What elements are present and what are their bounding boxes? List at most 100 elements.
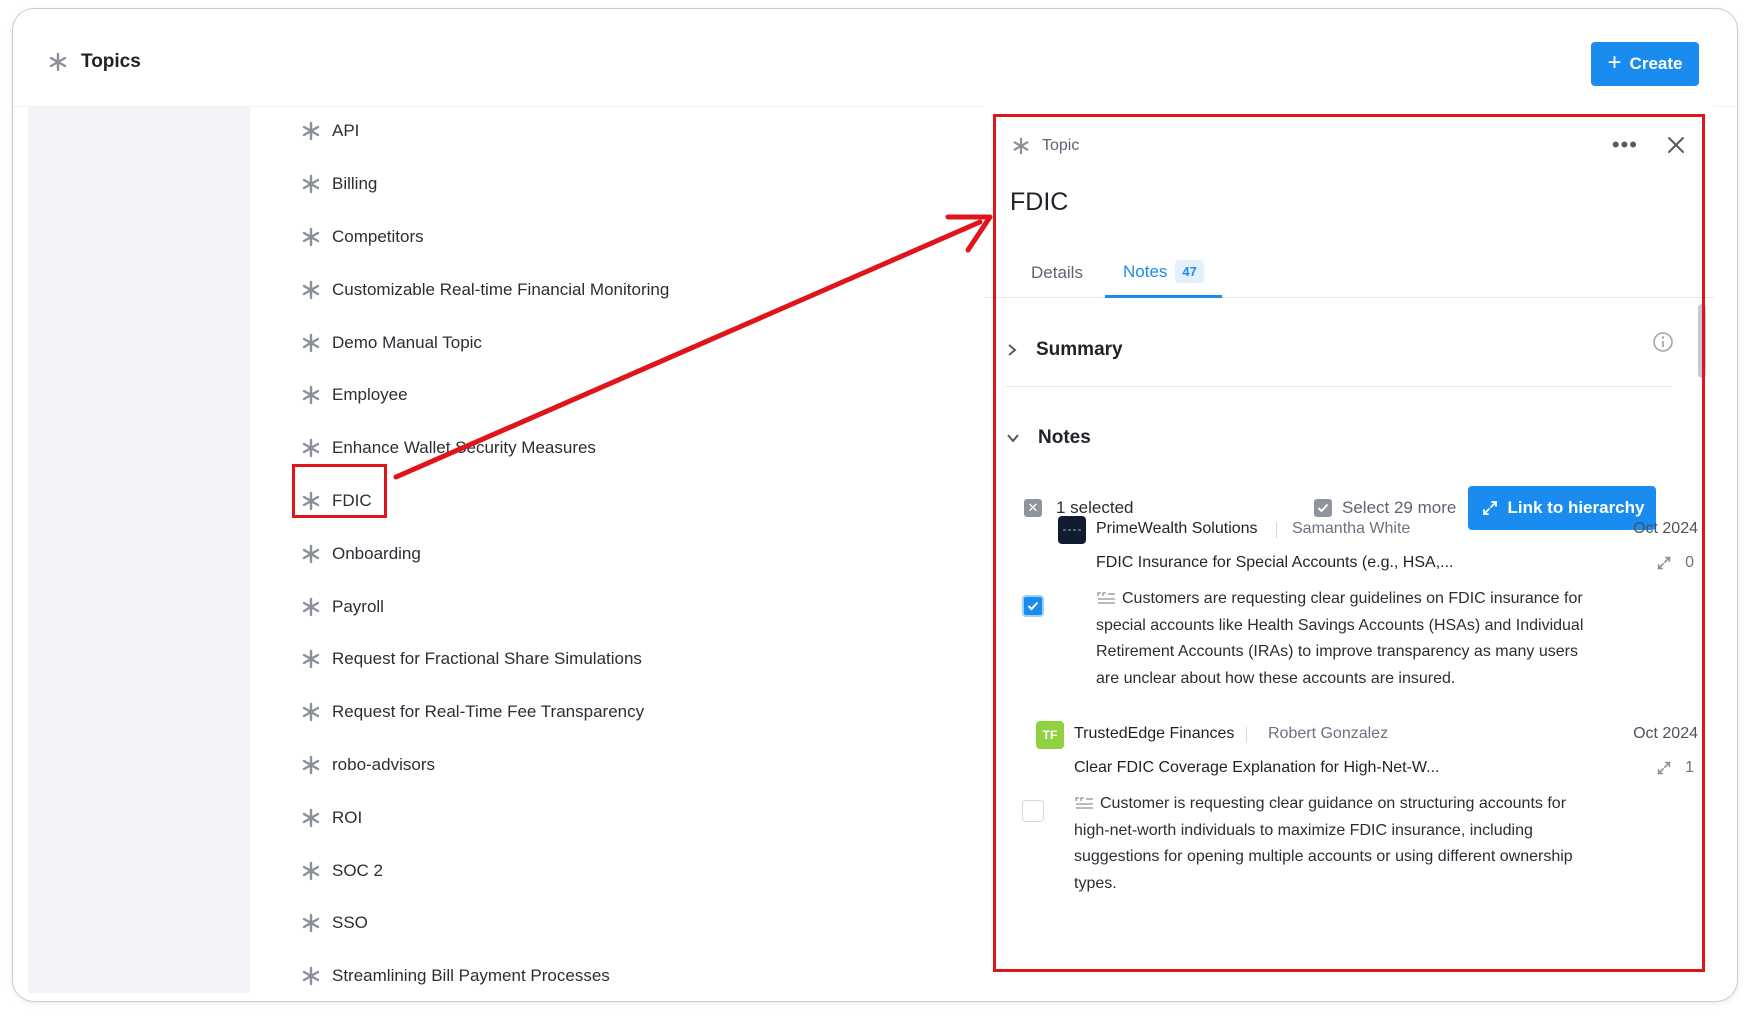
topic-label: robo-advisors	[332, 754, 435, 774]
annotation-highlight-fdic	[292, 464, 387, 518]
topic-icon	[302, 122, 320, 141]
company-logo: TF	[1036, 721, 1064, 749]
notes-count-badge: 47	[1175, 260, 1204, 283]
divider	[1006, 386, 1672, 387]
note-title: FDIC Insurance for Special Accounts (e.g…	[1096, 554, 1454, 571]
page-title: Topics	[47, 51, 141, 73]
topic-label: API	[332, 121, 360, 141]
topic-icon	[302, 280, 320, 299]
link-button-label: Link to hierarchy	[1507, 498, 1645, 517]
topic-list-item[interactable]: Request for Real-Time Fee Transparency	[300, 686, 860, 739]
topic-list-item[interactable]: SOC 2	[300, 844, 860, 897]
topic-list-item[interactable]: Competitors	[300, 211, 860, 264]
select-more-button[interactable]: Select 29 more	[1314, 498, 1456, 518]
topic-label: Onboarding	[332, 543, 421, 563]
divider	[1246, 727, 1247, 743]
topic-icon	[302, 650, 320, 669]
note-title: Clear FDIC Coverage Explanation for High…	[1074, 759, 1440, 776]
topic-list-item[interactable]: Payroll	[300, 580, 860, 633]
note-checkbox[interactable]	[1022, 595, 1044, 617]
topic-icon	[302, 702, 320, 722]
summary-section-toggle[interactable]: Summary	[1006, 328, 1668, 372]
topic-icon	[302, 333, 320, 352]
note-date: Oct 2024	[1633, 520, 1698, 537]
topic-icon	[49, 52, 67, 72]
topic-label: SSO	[332, 913, 368, 933]
notes-section-toggle[interactable]: Notes	[1006, 416, 1668, 460]
topic-detail-panel: Topic ••• FDIC Details Notes 47 Summary …	[984, 106, 1714, 982]
more-options-icon[interactable]: •••	[1612, 134, 1638, 156]
note-body: Customer is requesting clear guidance on…	[1074, 791, 1604, 897]
topic-icon	[302, 174, 320, 194]
topic-list-item[interactable]: ROI	[300, 791, 860, 844]
close-icon[interactable]	[1666, 135, 1686, 155]
tab-details[interactable]: Details	[1031, 248, 1083, 298]
info-icon[interactable]	[1652, 331, 1674, 353]
topic-icon	[302, 227, 320, 247]
page-title-label: Topics	[81, 51, 141, 72]
summary-label: Summary	[1036, 339, 1123, 360]
chevron-right-icon	[1008, 344, 1017, 356]
topic-label: Streamlining Bill Payment Processes	[332, 966, 610, 986]
topic-list: API Billing Competitors Customizable Real-t…	[300, 105, 860, 1003]
create-button[interactable]: + Create	[1591, 42, 1699, 86]
left-sidebar	[28, 107, 250, 993]
topic-list-item[interactable]: SSO	[300, 897, 860, 950]
link-icon	[1657, 761, 1671, 775]
note-body-text: Customers are requesting clear guideline…	[1096, 590, 1584, 687]
note-body-text: Customer is requesting clear guidance on…	[1074, 795, 1573, 892]
panel-title: FDIC	[1010, 188, 1069, 216]
topic-label: Billing	[332, 174, 378, 194]
topic-icon	[302, 386, 320, 405]
link-to-hierarchy-button[interactable]: Link to hierarchy	[1468, 486, 1656, 530]
select-more-label: Select 29 more	[1342, 498, 1457, 517]
quote-icon	[1075, 797, 1093, 809]
create-button-label: Create	[1629, 54, 1683, 73]
topic-list-item[interactable]: Onboarding	[300, 527, 860, 580]
note-checkbox[interactable]	[1022, 800, 1044, 822]
topic-icon	[302, 914, 320, 933]
topic-label: Request for Real-Time Fee Transparency	[332, 702, 645, 722]
note-link-count: 0	[1655, 554, 1694, 572]
topic-icon	[302, 755, 320, 775]
topic-label: ROI	[332, 807, 363, 827]
clear-selection-icon[interactable]: ✕	[1024, 499, 1042, 517]
tab-details-label: Details	[1031, 263, 1083, 282]
topic-icon	[302, 544, 320, 563]
topic-list-item[interactable]: Customizable Real-time Financial Monitor…	[300, 263, 860, 316]
topic-label: Employee	[332, 385, 408, 405]
topic-label: Demo Manual Topic	[332, 332, 482, 352]
chevron-down-icon	[1007, 434, 1019, 443]
topic-list-item[interactable]: robo-advisors	[300, 739, 860, 792]
app-header: Topics + Create	[13, 9, 1737, 107]
link-icon	[1482, 501, 1497, 515]
checkbox-icon	[1314, 499, 1332, 517]
topic-list-item[interactable]: Billing	[300, 158, 860, 211]
topic-icon	[302, 966, 320, 986]
note-body: Customers are requesting clear guideline…	[1096, 586, 1584, 692]
divider	[1276, 522, 1277, 538]
panel-actions: •••	[1612, 134, 1686, 156]
topic-list-item[interactable]: Employee	[300, 369, 860, 422]
topic-list-item[interactable]: Streamlining Bill Payment Processes	[300, 950, 860, 1003]
topic-list-item[interactable]: Request for Fractional Share Simulations	[300, 633, 860, 686]
tab-notes[interactable]: Notes 47	[1105, 248, 1222, 298]
topic-icon	[302, 597, 320, 616]
topic-label: SOC 2	[332, 860, 384, 880]
topic-label: Customizable Real-time Financial Monitor…	[332, 279, 670, 299]
panel-kind-label: Topic	[1042, 137, 1080, 154]
selected-count: 1 selected	[1056, 498, 1134, 517]
topic-icon	[1013, 137, 1029, 155]
link-icon	[1657, 556, 1671, 570]
tab-notes-label: Notes	[1123, 261, 1168, 281]
panel-kind: Topic	[1010, 136, 1079, 156]
note-author: Samantha White	[1292, 520, 1411, 537]
topic-label: Enhance Wallet Security Measures	[332, 438, 596, 458]
topic-list-item[interactable]: API	[300, 105, 860, 158]
panel-scrollbar[interactable]	[1698, 304, 1706, 378]
note-company: PrimeWealth Solutions	[1096, 520, 1258, 537]
topic-list-item[interactable]: Demo Manual Topic	[300, 316, 860, 369]
note-company: TrustedEdge Finances	[1074, 725, 1235, 742]
company-logo	[1058, 516, 1086, 544]
topic-label: Competitors	[332, 226, 424, 246]
